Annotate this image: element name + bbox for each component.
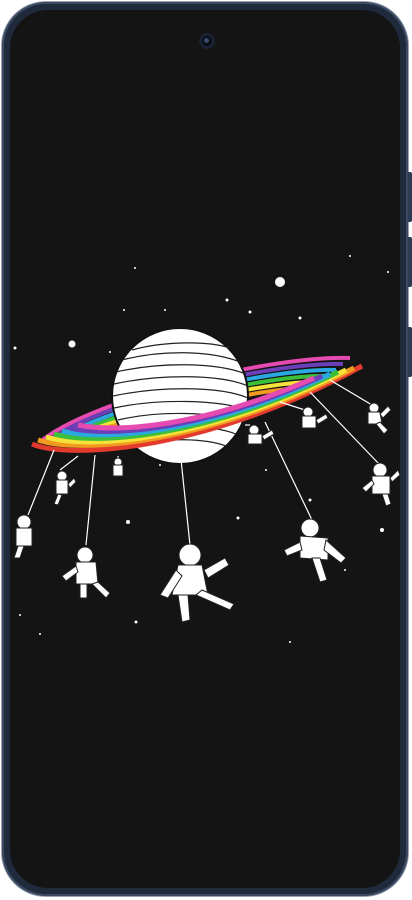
wallpaper-image xyxy=(13,255,400,643)
astronaut-far-left xyxy=(13,514,33,559)
astronaut-left xyxy=(61,546,111,599)
phone-frame xyxy=(2,2,412,896)
astronaut-mid-right xyxy=(247,424,275,445)
volume-up-button xyxy=(408,172,412,222)
volume-down-button xyxy=(408,237,412,287)
astronaut-large xyxy=(159,543,235,623)
astronaut-small-right xyxy=(301,406,329,429)
astronaut-right xyxy=(283,518,347,583)
power-button xyxy=(408,327,412,377)
astronaut-far-right-top xyxy=(367,402,392,435)
home-screen xyxy=(10,10,400,888)
astronaut-tiny-left xyxy=(112,457,124,477)
astronaut-small-left xyxy=(53,470,77,506)
astronaut-far-right xyxy=(361,462,400,507)
